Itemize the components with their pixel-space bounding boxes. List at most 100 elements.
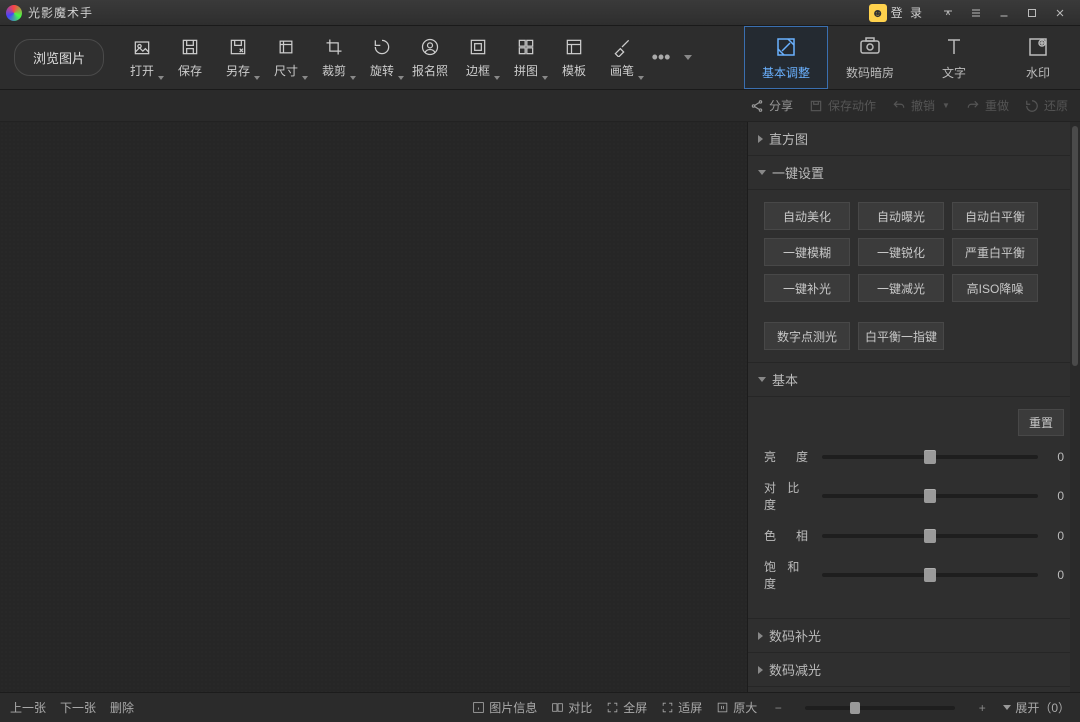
main-toolbar: 浏览图片 打开保存另存尺寸裁剪旋转报名照边框拼图模板画笔 ••• 基本调整数码暗… [0, 26, 1080, 90]
app-title: 光影魔术手 [28, 4, 93, 21]
toolbar-save-button[interactable]: 保存 [166, 30, 214, 86]
app-logo-icon [6, 5, 22, 21]
slider-value: 0 [1048, 489, 1064, 503]
tab-darkroom[interactable]: 数码暗房 [828, 26, 912, 89]
tab-text[interactable]: 文字 [912, 26, 996, 89]
toolbar-brush-button[interactable]: 画笔 [598, 30, 646, 86]
right-tab-strip: 基本调整数码暗房文字水印 [744, 26, 1080, 89]
prev-image-button[interactable]: 上一张 [10, 699, 46, 716]
oneclick-自动曝光-button[interactable]: 自动曝光 [858, 202, 944, 230]
slider-value: 0 [1048, 568, 1064, 582]
basic-tab-icon [773, 34, 799, 60]
slider-track[interactable] [822, 455, 1038, 459]
oneclick-一键模糊-button[interactable]: 一键模糊 [764, 238, 850, 266]
toolbar-more-arrow-icon[interactable] [676, 55, 700, 60]
dropdown-arrow-icon [254, 76, 260, 80]
delete-button[interactable]: 删除 [110, 699, 134, 716]
dropdown-arrow-icon [542, 76, 548, 80]
redo-button: 重做 [966, 97, 1009, 114]
dropdown-arrow-icon [638, 76, 644, 80]
zoom-out-button[interactable]: − [771, 701, 785, 715]
basic-body: 重置 亮 度0对 比 度0色 相0饱 和 度0 [748, 397, 1080, 619]
image-info-button[interactable]: 图片信息 [472, 699, 537, 716]
slider-对 比 度: 对 比 度0 [764, 479, 1064, 513]
section-reduce-light[interactable]: 数码减光 [748, 653, 1080, 687]
oneclick-自动白平衡-button[interactable]: 自动白平衡 [952, 202, 1038, 230]
toolbar-rotate-button[interactable]: 旋转 [358, 30, 406, 86]
oneclick-数字点测光-button[interactable]: 数字点测光 [764, 322, 850, 350]
dropdown-arrow-icon [494, 76, 500, 80]
sub-toolbar: 分享 保存动作 撤销▼ 重做 还原 [0, 90, 1080, 122]
oneclick-自动美化-button[interactable]: 自动美化 [764, 202, 850, 230]
tab-watermark[interactable]: 水印 [996, 26, 1080, 89]
slider-thumb[interactable] [924, 450, 936, 464]
slider-label: 亮 度 [764, 448, 812, 465]
title-bar: 光影魔术手 ☻ 登 录 [0, 0, 1080, 26]
reset-button[interactable]: 重置 [1018, 409, 1064, 436]
oneclick-高ISO降噪-button[interactable]: 高ISO降噪 [952, 274, 1038, 302]
slider-label: 色 相 [764, 527, 812, 544]
dropdown-icon[interactable] [962, 3, 990, 23]
login-face-icon[interactable]: ☻ [869, 4, 887, 22]
oneclick-严重白平衡-button[interactable]: 严重白平衡 [952, 238, 1038, 266]
oneclick-一键补光-button[interactable]: 一键补光 [764, 274, 850, 302]
panel-scrollbar[interactable] [1070, 122, 1080, 692]
slider-track[interactable] [822, 494, 1038, 498]
save-action-button: 保存动作 [809, 97, 876, 114]
toolbar-crop-button[interactable]: 裁剪 [310, 30, 358, 86]
zoom-slider[interactable] [805, 706, 955, 710]
oneclick-body: 自动美化自动曝光自动白平衡一键模糊一键锐化严重白平衡一键补光一键减光高ISO降噪… [748, 190, 1080, 363]
slider-饱 和 度: 饱 和 度 0 [764, 558, 1064, 592]
browse-images-button[interactable]: 浏览图片 [14, 39, 104, 76]
section-oneclick[interactable]: 一键设置 [748, 156, 1080, 190]
zoom-in-button[interactable]: + [975, 701, 989, 715]
expand-panel-button[interactable]: 展开（0） [1003, 699, 1070, 716]
section-histogram[interactable]: 直方图 [748, 122, 1080, 156]
darkroom-tab-icon [857, 34, 883, 60]
slider-thumb[interactable] [924, 529, 936, 543]
minimize-button[interactable] [990, 3, 1018, 23]
slider-track[interactable] [822, 534, 1038, 538]
canvas-area[interactable] [0, 122, 748, 692]
section-basic[interactable]: 基本 [748, 363, 1080, 397]
toolbar-template-button[interactable]: 模板 [550, 30, 598, 86]
toolbar-collage-button[interactable]: 拼图 [502, 30, 550, 86]
slider-value: 0 [1048, 529, 1064, 543]
size-icon [275, 36, 297, 58]
next-image-button[interactable]: 下一张 [60, 699, 96, 716]
slider-色 相: 色 相 0 [764, 527, 1064, 544]
fit-screen-button[interactable]: 适屏 [661, 699, 702, 716]
slider-thumb[interactable] [924, 568, 936, 582]
open-icon [131, 36, 153, 58]
settings-menu-icon[interactable] [934, 3, 962, 23]
oneclick-一键减光-button[interactable]: 一键减光 [858, 274, 944, 302]
slider-track[interactable] [822, 573, 1038, 577]
slider-label: 饱 和 度 [764, 558, 812, 592]
maximize-button[interactable] [1018, 3, 1046, 23]
dropdown-arrow-icon [302, 76, 308, 80]
crop-icon [323, 36, 345, 58]
toolbar-size-button[interactable]: 尺寸 [262, 30, 310, 86]
text-tab-icon [941, 34, 967, 60]
toolbar-saveas-button[interactable]: 另存 [214, 30, 262, 86]
compare-button[interactable]: 对比 [551, 699, 592, 716]
oneclick-白平衡一指键-button[interactable]: 白平衡一指键 [858, 322, 944, 350]
section-fill-light[interactable]: 数码补光 [748, 619, 1080, 653]
slider-value: 0 [1048, 450, 1064, 464]
oneclick-一键锐化-button[interactable]: 一键锐化 [858, 238, 944, 266]
slider-thumb[interactable] [924, 489, 936, 503]
share-button[interactable]: 分享 [750, 97, 793, 114]
original-size-button[interactable]: 原大 [716, 699, 757, 716]
slider-亮 度: 亮 度 0 [764, 448, 1064, 465]
template-icon [563, 36, 585, 58]
tab-basic[interactable]: 基本调整 [744, 26, 828, 89]
toolbar-idphoto-button[interactable]: 报名照 [406, 30, 454, 86]
close-button[interactable] [1046, 3, 1074, 23]
toolbar-more-button[interactable]: ••• [646, 47, 676, 68]
login-button[interactable]: 登 录 [891, 4, 924, 21]
toolbar-open-button[interactable]: 打开 [118, 30, 166, 86]
fullscreen-button[interactable]: 全屏 [606, 699, 647, 716]
brush-icon [611, 36, 633, 58]
toolbar-border-button[interactable]: 边框 [454, 30, 502, 86]
idphoto-icon [419, 36, 441, 58]
